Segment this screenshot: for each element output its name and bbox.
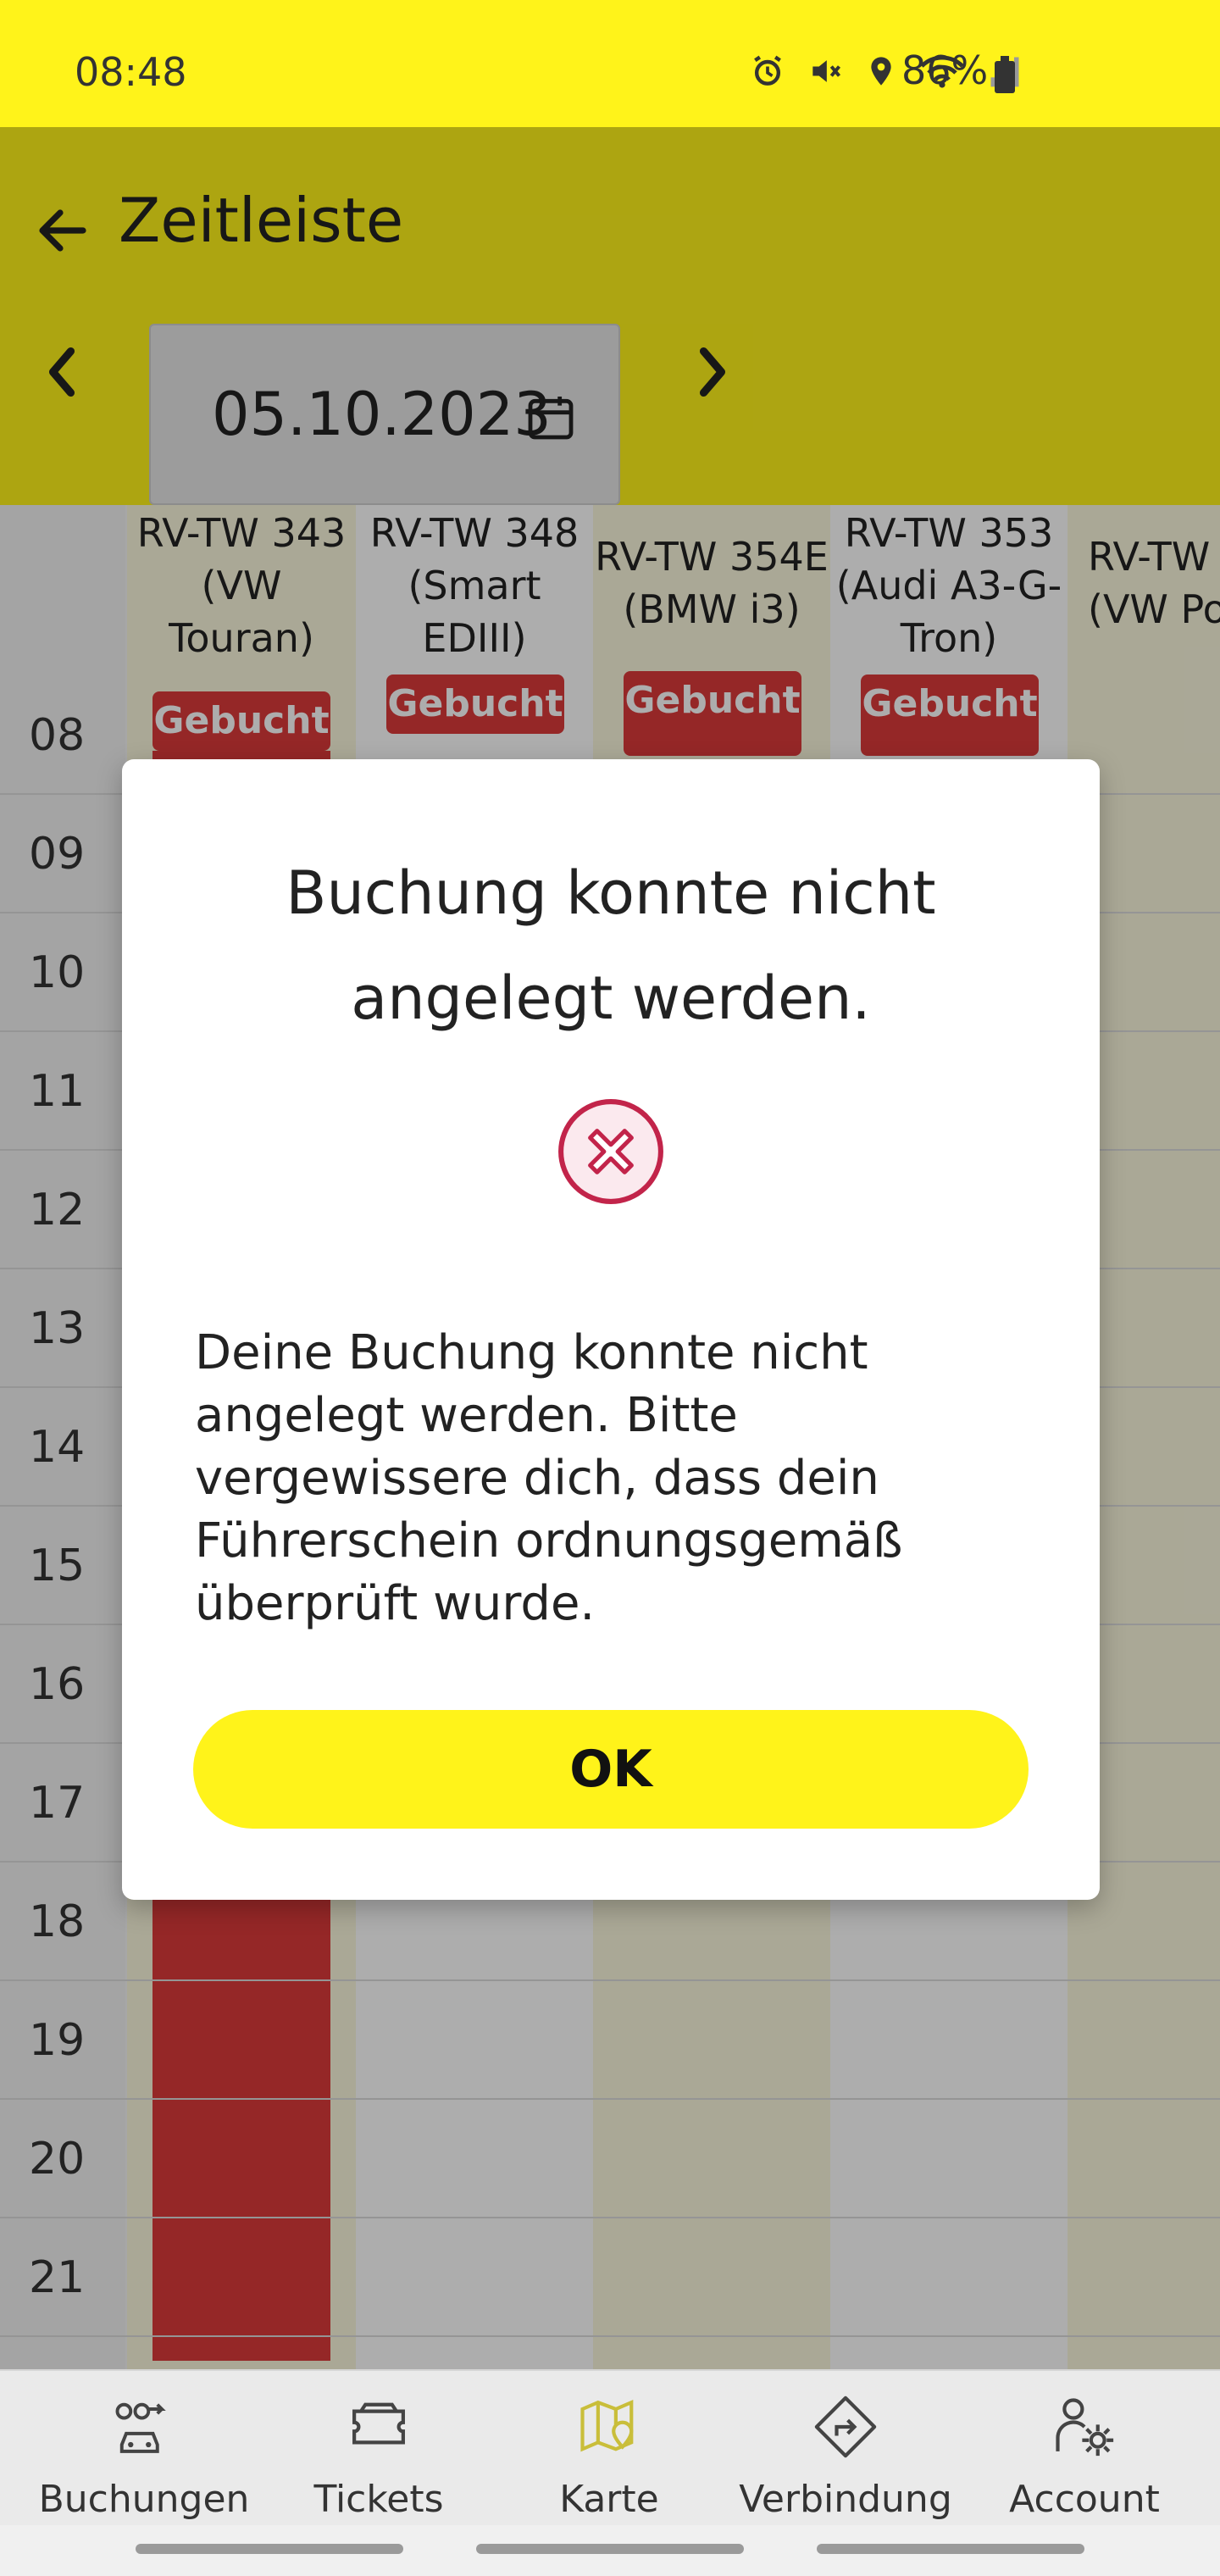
alarm-icon	[754, 55, 781, 86]
battery-percent: 86%	[901, 47, 989, 93]
nav-item-buchungen[interactable]: Buchungen	[25, 2391, 263, 2521]
gesture-bar	[0, 2525, 1220, 2576]
status-time: 08:48	[75, 49, 187, 95]
location-icon	[871, 57, 891, 86]
bottom-navigation: Buchungen Tickets Karte Verbindung Accou…	[0, 2369, 1220, 2525]
nav-item-account[interactable]: Account	[966, 2391, 1203, 2521]
error-dialog: Buchung konnte nicht angelegt werden. De…	[122, 759, 1100, 1900]
ticket-icon	[352, 2402, 405, 2445]
nav-item-tickets[interactable]: Tickets	[260, 2391, 497, 2521]
nav-label: Tickets	[313, 2478, 444, 2521]
nav-label: Karte	[559, 2478, 659, 2521]
ok-button[interactable]: OK	[193, 1710, 1029, 1829]
gesture-handle[interactable]	[817, 2544, 1084, 2554]
nav-label: Account	[1009, 2478, 1160, 2521]
bookings-icon	[115, 2402, 166, 2453]
gesture-handle[interactable]	[136, 2544, 403, 2554]
nav-item-verbindung[interactable]: Verbindung	[727, 2391, 964, 2521]
dim-overlay-header[interactable]	[0, 127, 1220, 505]
nav-label: Buchungen	[38, 2478, 250, 2521]
mute-icon	[812, 60, 841, 82]
nav-label: Verbindung	[739, 2478, 952, 2521]
dialog-title: Buchung konnte nicht angelegt werden.	[286, 858, 936, 1033]
directions-icon	[814, 2396, 877, 2458]
status-bar: 08:48 86%	[0, 0, 1220, 127]
error-x-icon	[558, 1099, 663, 1204]
account-settings-icon	[1056, 2398, 1114, 2457]
dialog-message: Deine Buchung konnte nicht angelegt werd…	[195, 1325, 903, 1631]
gesture-handle[interactable]	[476, 2544, 744, 2554]
nav-item-karte[interactable]: Karte	[491, 2391, 728, 2521]
map-icon	[580, 2399, 634, 2452]
battery-icon	[995, 56, 1015, 93]
